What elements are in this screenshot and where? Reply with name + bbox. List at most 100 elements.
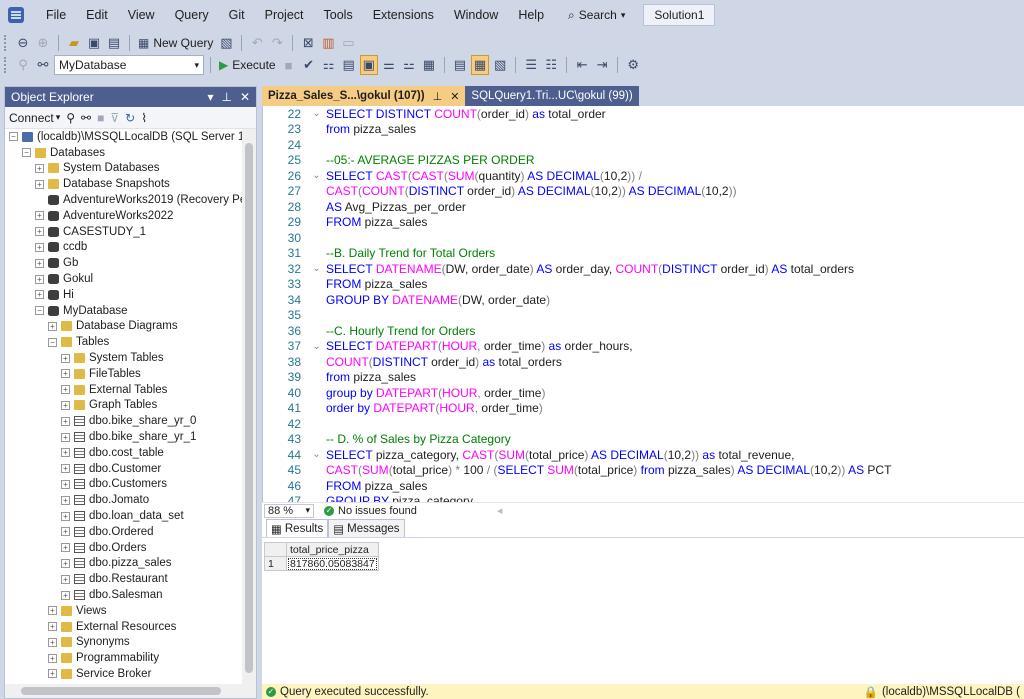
tree-node[interactable]: + Gokul (5, 271, 243, 287)
code-line[interactable]: 44 ⌄ SELECT pizza_category, CAST(SUM(total… (263, 447, 1024, 463)
toolbar-grip[interactable] (4, 57, 8, 73)
tree-node[interactable]: + CASESTUDY_1 (5, 224, 243, 240)
pin-icon[interactable]: ⊥ (221, 90, 231, 104)
tree-node[interactable]: + Graph Tables (5, 398, 243, 414)
tree-node[interactable]: + Database Diagrams (5, 319, 243, 335)
collapse-icon[interactable]: − (35, 306, 44, 316)
solution-name[interactable]: Solution1 (643, 4, 716, 26)
code-line[interactable]: 22 ⌄ SELECT DISTINCT COUNT(order_id) as to… (263, 106, 1024, 122)
tree-node[interactable]: − Tables (5, 334, 243, 350)
properties-icon[interactable]: ▥ (319, 33, 337, 53)
close-icon[interactable]: ✕ (450, 90, 459, 103)
code-line[interactable]: 35 (263, 308, 1024, 324)
increase-indent-icon[interactable]: ⇥ (593, 55, 611, 75)
code-line[interactable]: 28 AS Avg_Pizzas_per_order (263, 199, 1024, 215)
estimated-plan-icon[interactable]: ⚏ (320, 55, 338, 75)
code-line[interactable]: 33 FROM pizza_sales (263, 277, 1024, 293)
disconnect-icon[interactable]: ⚯ (81, 111, 91, 125)
back-icon[interactable]: ⊖ (14, 33, 32, 53)
tree-node[interactable]: + Views (5, 603, 243, 619)
connect-button[interactable]: Connect ▾ (9, 111, 60, 125)
expand-icon[interactable]: + (61, 400, 70, 410)
code-line[interactable]: 30 (263, 230, 1024, 246)
expand-icon[interactable]: + (48, 622, 57, 632)
tree-node[interactable]: + ccdb (5, 240, 243, 256)
code-line[interactable]: 32 ⌄ SELECT DATENAME(DW, order_date) AS or… (263, 261, 1024, 277)
comment-icon[interactable]: ☰ (522, 55, 540, 75)
code-line[interactable]: 38 COUNT(DISTINCT order_id) as total_orde… (263, 354, 1024, 370)
menu-git[interactable]: Git (219, 8, 255, 22)
tree-node[interactable]: + dbo.Ordered (5, 524, 243, 540)
expand-icon[interactable]: + (61, 574, 70, 584)
tree-node[interactable]: + Programmability (5, 650, 243, 666)
menu-edit[interactable]: Edit (76, 8, 118, 22)
results-to-text-icon[interactable]: ▤ (451, 55, 469, 75)
fold-icon[interactable]: ⌄ (309, 449, 323, 460)
change-connection-icon[interactable]: ⚯ (34, 55, 52, 75)
connect-icon[interactable]: ⚲ (14, 55, 32, 75)
grid-cell[interactable]: 817860.05083847 (286, 556, 379, 571)
code-line[interactable]: 29 FROM pizza_sales (263, 215, 1024, 231)
expand-icon[interactable]: + (61, 416, 70, 426)
tree-horizontal-scrollbar[interactable] (5, 684, 256, 698)
scrollbar-thumb[interactable] (245, 143, 253, 673)
results-grid[interactable]: total_price_pizza 1 817860.05083847 (264, 542, 379, 571)
code-line[interactable]: 46 FROM pizza_sales (263, 478, 1024, 494)
code-line[interactable]: 39 from pizza_sales (263, 370, 1024, 386)
code-line[interactable]: 23 from pizza_sales (263, 122, 1024, 138)
code-line[interactable]: 43 -- D. % of Sales by Pizza Category (263, 432, 1024, 448)
window-icon[interactable]: ▭ (339, 33, 357, 53)
expand-icon[interactable]: + (61, 385, 70, 395)
tree-node[interactable]: + dbo.bike_share_yr_1 (5, 429, 243, 445)
scroll-left-icon[interactable]: ◂ (497, 504, 503, 517)
tree-node[interactable]: + Database Snapshots (5, 176, 243, 192)
scrollbar-thumb[interactable] (21, 687, 221, 695)
tree-node[interactable]: + dbo.pizza_sales (5, 556, 243, 572)
expand-icon[interactable]: + (48, 669, 57, 679)
stop-icon[interactable]: ■ (280, 55, 298, 75)
pin-icon[interactable]: ⊥ (433, 90, 443, 103)
expand-icon[interactable]: + (61, 432, 70, 442)
decrease-indent-icon[interactable]: ⇤ (573, 55, 591, 75)
database-select[interactable]: MyDatabase ▾ (54, 55, 204, 75)
row-number[interactable]: 1 (264, 556, 287, 571)
sql-editor[interactable]: 22 ⌄ SELECT DISTINCT COUNT(order_id) as to… (262, 106, 1024, 502)
tree-node[interactable]: + dbo.cost_table (5, 445, 243, 461)
expand-icon[interactable]: + (61, 590, 70, 600)
expand-icon[interactable]: + (61, 479, 70, 489)
tree-node[interactable]: − MyDatabase (5, 303, 243, 319)
issues-indicator[interactable]: ✓ No issues found (324, 505, 417, 517)
tree-node[interactable]: + dbo.Salesman (5, 587, 243, 603)
tree-node[interactable]: + dbo.Jomato (5, 492, 243, 508)
table-row[interactable]: 1 817860.05083847 (264, 556, 379, 571)
fold-icon[interactable]: ⌄ (309, 108, 323, 119)
plug-icon[interactable]: ⚲ (66, 111, 75, 125)
expand-icon[interactable]: + (35, 227, 44, 237)
expand-icon[interactable]: + (35, 179, 44, 189)
save-all-icon[interactable]: ▤ (105, 33, 123, 53)
code-line[interactable]: 37 ⌄ SELECT DATEPART(HOUR, order_time) as … (263, 339, 1024, 355)
specify-values-icon[interactable]: ⚙ (624, 55, 642, 75)
expand-icon[interactable]: + (61, 495, 70, 505)
execute-button[interactable]: ▶ Execute (217, 55, 278, 75)
code-line[interactable]: 41 order by DATEPART(HOUR, order_time) (263, 401, 1024, 417)
results-to-grid-icon[interactable]: ▦ (470, 55, 490, 75)
actual-plan-icon[interactable]: ⚌ (380, 55, 398, 75)
tree-node[interactable]: + System Tables (5, 350, 243, 366)
menu-extensions[interactable]: Extensions (363, 8, 444, 22)
code-line[interactable]: 24 (263, 137, 1024, 153)
expand-icon[interactable]: + (48, 321, 57, 331)
code-line[interactable]: 42 (263, 416, 1024, 432)
tree-node[interactable]: + Synonyms (5, 635, 243, 651)
expand-icon[interactable]: + (61, 369, 70, 379)
tree-node[interactable]: + dbo.Customer (5, 461, 243, 477)
tab-results[interactable]: ▦ Results (266, 519, 329, 537)
menu-tools[interactable]: Tools (314, 8, 363, 22)
live-stats-icon[interactable]: ⚍ (400, 55, 418, 75)
tree-node[interactable]: + Hi (5, 287, 243, 303)
tree-node[interactable]: − (localdb)\MSSQLLocalDB (SQL Server 16.0… (5, 129, 243, 145)
expand-icon[interactable]: + (48, 637, 57, 647)
expand-icon[interactable]: + (35, 258, 44, 268)
fold-icon[interactable]: ⌄ (309, 263, 323, 274)
tree-node[interactable]: + Service Broker (5, 666, 243, 682)
